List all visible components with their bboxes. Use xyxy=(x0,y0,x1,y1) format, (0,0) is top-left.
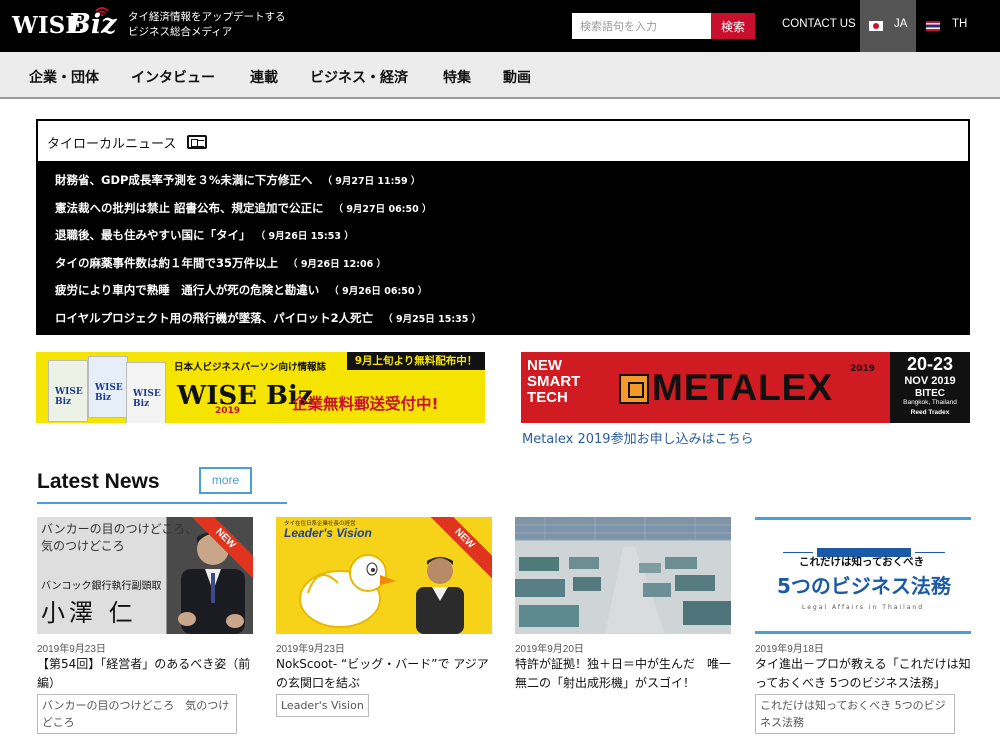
news-time: （ 9月26日 06:50 ） xyxy=(329,286,428,297)
news-time: （ 9月26日 15:53 ） xyxy=(260,231,354,242)
metalex-cube-icon xyxy=(619,374,649,404)
magazine-cover: WISE Biz xyxy=(88,356,128,418)
card-thumbnail[interactable]: バンカーの目のつけどころ、 気のつけどころ バンコック銀行執行副頭取 小澤 仁 … xyxy=(37,517,253,634)
japan-flag-icon xyxy=(869,21,883,31)
news-headline: 財務省、GDP成長率予測を３%未満に下方修正へ xyxy=(55,173,313,187)
local-news-header: タイローカルニュース xyxy=(38,121,968,161)
metalex-banner[interactable]: NEW SMART TECH METALEX 2019 20-23 NOV 20… xyxy=(521,352,970,423)
card-thumbnail[interactable]: これだけは知っておくべき 5つのビジネス法務 Legal Affairs in … xyxy=(755,517,971,634)
news-time: （ 9月27日 11:59 ） xyxy=(322,176,421,187)
section-divider xyxy=(37,502,287,504)
card-date: 2019年9月18日 xyxy=(755,644,824,655)
banner-text: 企業無料郵送受付中! xyxy=(292,395,439,413)
metalex-dates: 20-23 xyxy=(906,354,954,374)
news-item[interactable]: 財務省、GDP成長率予測を３%未満に下方修正へ （ 9月27日 11:59 ） xyxy=(55,172,420,188)
magazine-cover: WISE Biz xyxy=(48,360,88,422)
thumb-name: 小澤 仁 xyxy=(41,599,137,627)
search-input[interactable] xyxy=(572,13,711,39)
thumb-rank: バンコック銀行執行副頭取 xyxy=(41,581,162,592)
local-news-box: タイローカルニュース 財務省、GDP成長率予測を３%未満に下方修正へ （ 9月27… xyxy=(36,119,970,335)
card-category-tag[interactable]: これだけは知っておくべき 5つのビジネス法務 xyxy=(755,694,955,734)
wisebiz-free-magazine-banner[interactable]: WISE Biz WISE Biz WISE Biz 日本人ビジネスパーソン向け… xyxy=(36,352,485,423)
metalex-brand: METALEX xyxy=(652,367,834,408)
factory-photo xyxy=(515,517,731,634)
nav-item-series[interactable]: 連載 xyxy=(250,67,278,87)
news-item[interactable]: 退職後、最も住みやすい国に「タイ」 （ 9月26日 15:53 ） xyxy=(55,227,354,243)
card-title[interactable]: NokScoot- “ビッグ・バード”で アジアの玄関口を結ぶ xyxy=(276,655,492,693)
magazine-cover: WISE Biz xyxy=(126,362,166,423)
news-time: （ 9月27日 06:50 ） xyxy=(333,204,432,215)
card-category-tag[interactable]: バンカーの目のつけどころ 気のつけどころ xyxy=(37,694,237,734)
new-smart-tech-text: NEW SMART TECH xyxy=(527,357,581,406)
thumb-footer: Legal Affairs in Thailand xyxy=(801,604,925,611)
search-button[interactable]: 検索 xyxy=(711,13,755,39)
news-headline: 憲法裁への批判は禁止 詔書公布、規定追加で公正に xyxy=(55,201,324,215)
banner-tag: 9月上旬より無料配布中！ xyxy=(347,352,485,370)
news-item[interactable]: 憲法裁への批判は禁止 詔書公布、規定追加で公正に （ 9月27日 06:50 ） xyxy=(55,200,432,216)
news-headline: 退職後、最も住みやすい国に「タイ」 xyxy=(55,228,251,242)
metalex-year: 2019 xyxy=(850,364,876,374)
card-category-tag[interactable]: Leader's Vision xyxy=(276,694,369,717)
news-item[interactable]: 疲労により車内で熟睡 通行人が死の危険と勘違い （ 9月26日 06:50 ） xyxy=(55,282,427,298)
tagline-line-2: ビジネス総合メディア xyxy=(128,26,233,38)
nav-item-features[interactable]: 特集 xyxy=(443,67,471,87)
newspaper-icon xyxy=(187,135,207,149)
bird-mascot xyxy=(299,554,396,628)
card-date: 2019年9月23日 xyxy=(276,644,345,655)
site-tagline: タイ経済情報をアップデートする ビジネス総合メディア xyxy=(128,10,286,40)
nav-item-business-economy[interactable]: ビジネス・経済 xyxy=(310,67,408,87)
nav-item-videos[interactable]: 動画 xyxy=(503,67,531,87)
new-ribbon: NEW xyxy=(191,517,253,579)
wisebiz-logo[interactable]: WISE Biz xyxy=(12,7,120,42)
news-time: （ 9月26日 12:06 ） xyxy=(288,259,387,270)
card-title[interactable]: 特許が証拠！独＋日＝中が生んだ 唯一無二の「射出成形機」がスゴイ！ xyxy=(515,655,731,693)
metalex-month: NOV 2019 xyxy=(904,375,956,387)
new-ribbon: NEW xyxy=(430,517,492,579)
news-headline: 疲労により車内で熟睡 通行人が死の危険と勘違い xyxy=(55,283,320,297)
main-nav: 企業・団体 インタビュー 連載 ビジネス・経済 特集 動画 xyxy=(0,52,1000,99)
news-card[interactable]: タイ在住日系企業社長の経営 Leader's Vision NEW 2019年9… xyxy=(276,517,492,746)
thumb-title: 5つのビジネス法務 xyxy=(777,574,951,598)
thumb-subtitle: これだけは知っておくべき xyxy=(799,556,925,568)
news-headline: ロイヤルプロジェクト用の飛行機が墜落、パイロット2人死亡 xyxy=(55,311,374,325)
card-date: 2019年9月20日 xyxy=(515,644,584,655)
card-title[interactable]: タイ進出－プロが教える「これだけは知っておくべき 5つのビジネス法務」 xyxy=(755,655,971,693)
nav-item-companies[interactable]: 企業・団体 xyxy=(29,67,99,87)
local-news-title: タイローカルニュース xyxy=(47,137,177,152)
news-card[interactable]: バンカーの目のつけどころ、 気のつけどころ バンコック銀行執行副頭取 小澤 仁 … xyxy=(37,517,253,746)
news-time: （ 9月25日 15:35 ） xyxy=(383,314,482,325)
tagline-line-1: タイ経済情報をアップデートする xyxy=(128,11,286,23)
magazine-covers: WISE Biz WISE Biz WISE Biz xyxy=(40,356,170,423)
nav-item-interview[interactable]: インタビュー xyxy=(131,67,215,87)
card-date: 2019年9月23日 xyxy=(37,644,106,655)
latest-news-title: Latest News xyxy=(37,470,160,493)
contact-us-link[interactable]: CONTACT US xyxy=(782,18,856,30)
card-thumbnail[interactable]: タイ在住日系企業社長の経営 Leader's Vision NEW xyxy=(276,517,492,634)
thumb-series-title: Leader's Vision xyxy=(284,526,372,540)
news-headline: タイの麻薬事件数は約１年間で35万件以上 xyxy=(55,256,279,270)
more-button[interactable]: more xyxy=(199,467,252,494)
metalex-organizer: Reed Tradex xyxy=(910,409,950,416)
news-item[interactable]: ロイヤルプロジェクト用の飛行機が墜落、パイロット2人死亡 （ 9月25日 15:3… xyxy=(55,310,481,326)
lang-th-button[interactable]: TH xyxy=(916,0,976,52)
metalex-date-box: 20-23 NOV 2019 BITEC Bangkok, Thailand R… xyxy=(890,352,970,423)
metalex-signup-link[interactable]: Metalex 2019参加お申し込みはこちら xyxy=(522,428,754,447)
thailand-flag-icon xyxy=(926,21,940,31)
lang-th-label: TH xyxy=(952,18,968,30)
lang-ja-button[interactable]: JA xyxy=(860,0,916,52)
news-card[interactable]: これだけは知っておくべき 5つのビジネス法務 Legal Affairs in … xyxy=(755,517,971,746)
news-card[interactable]: 2019年9月20日 特許が証拠！独＋日＝中が生んだ 唯一無二の「射出成形機」が… xyxy=(515,517,731,746)
logo-biz-text: Biz xyxy=(68,9,117,40)
top-header: WISE Biz タイ経済情報をアップデートする ビジネス総合メディア 検索 C… xyxy=(0,0,1000,52)
metalex-city: Bangkok, Thailand xyxy=(903,399,957,406)
banner-subtitle: 日本人ビジネスパーソン向け情報誌 xyxy=(174,362,327,373)
card-title[interactable]: 【第54回】「経営者」のあるべき姿（前編） xyxy=(37,655,253,693)
lang-ja-label: JA xyxy=(894,18,908,30)
metalex-venue: BITEC xyxy=(915,388,945,399)
card-thumbnail[interactable] xyxy=(515,517,731,634)
news-item[interactable]: タイの麻薬事件数は約１年間で35万件以上 （ 9月26日 12:06 ） xyxy=(55,255,386,271)
